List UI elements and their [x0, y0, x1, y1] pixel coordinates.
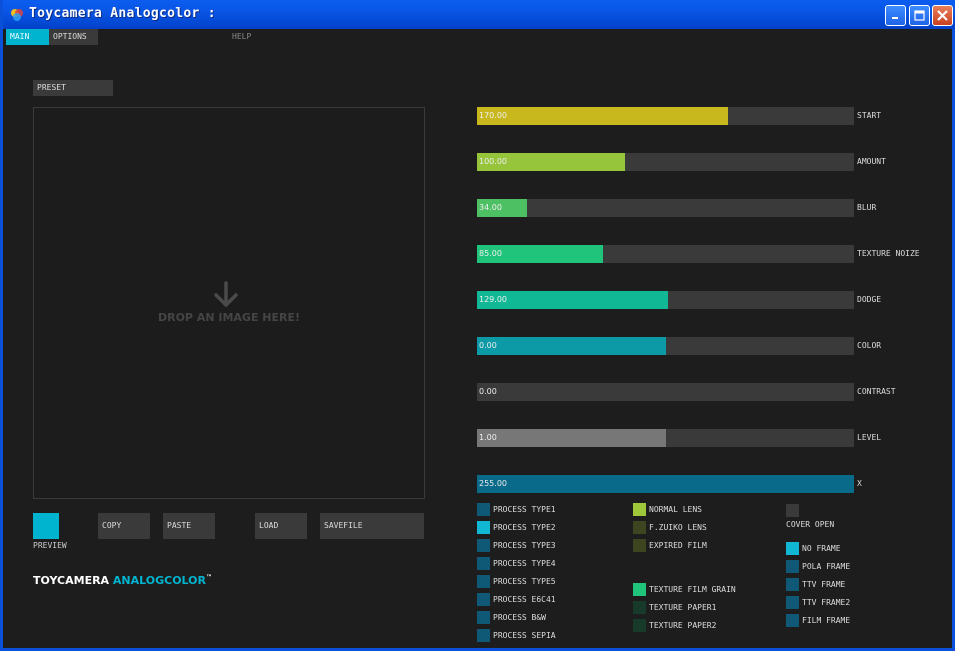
lens-radio[interactable]	[633, 521, 646, 534]
slider-label: COLOR	[857, 341, 882, 350]
process-type-radio[interactable]	[477, 611, 490, 624]
maximize-icon	[914, 10, 925, 21]
texture-label: TEXTURE FILM GRAIN	[649, 585, 736, 594]
slider-fill	[477, 429, 666, 447]
frame-radio[interactable]	[786, 542, 799, 555]
slider-value: 170.00	[479, 111, 507, 120]
process-type-radio[interactable]	[477, 521, 490, 534]
frame-label: FILM FRAME	[802, 616, 851, 625]
menu-bar: MAIN OPTIONS HELP	[6, 29, 952, 45]
slider-label: START	[857, 111, 882, 120]
close-icon	[937, 10, 948, 21]
texture-radio[interactable]	[633, 583, 646, 596]
lens-label: NORMAL LENS	[649, 505, 702, 514]
tab-help[interactable]: HELP	[228, 29, 268, 45]
texture-radio[interactable]	[633, 619, 646, 632]
process-type-radio[interactable]	[477, 629, 490, 642]
frame-label: POLA FRAME	[802, 562, 851, 571]
tab-options[interactable]: OPTIONS	[49, 29, 98, 45]
drop-hint-text: DROP AN IMAGE HERE!	[157, 311, 301, 324]
logo-trademark: ™	[206, 574, 212, 581]
slider-label: TEXTURE NOIZE	[857, 249, 920, 258]
logo-part1: TOYCAMERA	[33, 574, 113, 587]
process-type-radio[interactable]	[477, 575, 490, 588]
savefile-button[interactable]: SAVEFILE	[320, 513, 424, 539]
slider-value: 1.00	[479, 433, 497, 442]
minimize-icon	[892, 17, 898, 19]
slider-label: LEVEL	[857, 433, 882, 442]
image-drop-zone[interactable]: DROP AN IMAGE HERE!	[33, 107, 425, 499]
texture-label: TEXTURE PAPER2	[649, 621, 717, 630]
process-type-label: PROCESS TYPE2	[493, 523, 556, 532]
process-type-label: PROCESS TYPE1	[493, 505, 556, 514]
close-button[interactable]	[932, 5, 953, 26]
paste-button[interactable]: PASTE	[163, 513, 215, 539]
down-arrow-icon	[214, 281, 238, 307]
texture-label: TEXTURE PAPER1	[649, 603, 717, 612]
slider-x[interactable]: 255.00	[477, 475, 854, 493]
process-type-radio[interactable]	[477, 539, 490, 552]
slider-texture-noize[interactable]: 85.00	[477, 245, 854, 263]
process-type-label: PROCESS TYPE5	[493, 577, 556, 586]
load-button[interactable]: LOAD	[255, 513, 307, 539]
frame-radio[interactable]	[786, 614, 799, 627]
maximize-button[interactable]	[909, 5, 930, 26]
app-icon	[11, 9, 23, 21]
slider-label: DODGE	[857, 295, 882, 304]
brand-logo: TOYCAMERA ANALOGCOLOR™	[33, 574, 212, 587]
slider-value: 255.00	[479, 479, 507, 488]
slider-dodge[interactable]: 129.00	[477, 291, 854, 309]
slider-value: 129.00	[479, 295, 507, 304]
process-type-radio[interactable]	[477, 593, 490, 606]
slider-value: 34.00	[479, 203, 502, 212]
frame-radio[interactable]	[786, 596, 799, 609]
logo-part2: ANALOGCOLOR	[112, 574, 206, 587]
process-type-label: PROCESS TYPE3	[493, 541, 556, 550]
slider-level[interactable]: 1.00	[477, 429, 854, 447]
slider-value: 85.00	[479, 249, 502, 258]
slider-label: AMOUNT	[857, 157, 886, 166]
process-type-label: PROCESS B&W	[493, 613, 546, 622]
copy-button[interactable]: COPY	[98, 513, 150, 539]
lens-label: F.ZUIKO LENS	[649, 523, 707, 532]
slider-value: 100.00	[479, 157, 507, 166]
slider-fill	[477, 475, 854, 493]
slider-value: 0.00	[479, 341, 497, 350]
preview-toggle[interactable]	[33, 513, 59, 539]
cover-open-checkbox[interactable]	[786, 504, 799, 517]
slider-contrast[interactable]: 0.00	[477, 383, 854, 401]
tab-main[interactable]: MAIN	[6, 29, 49, 45]
slider-label: CONTRAST	[857, 387, 896, 396]
cover-open-label: COVER OPEN	[786, 520, 835, 529]
process-type-label: PROCESS SEPIA	[493, 631, 556, 640]
slider-label: BLUR	[857, 203, 877, 212]
process-type-radio[interactable]	[477, 503, 490, 516]
frame-label: TTV FRAME2	[802, 598, 851, 607]
window-title: Toycamera Analogcolor :	[29, 6, 216, 21]
frame-label: TTV FRAME	[802, 580, 846, 589]
lens-radio[interactable]	[633, 539, 646, 552]
slider-label: X	[857, 479, 862, 488]
slider-fill	[477, 337, 666, 355]
slider-value: 0.00	[479, 387, 497, 396]
process-type-label: PROCESS E6C41	[493, 595, 556, 604]
slider-fill	[477, 107, 728, 125]
frame-label: NO FRAME	[802, 544, 841, 553]
lens-label: EXPIRED FILM	[649, 541, 707, 550]
process-type-radio[interactable]	[477, 557, 490, 570]
slider-amount[interactable]: 100.00	[477, 153, 854, 171]
preset-button[interactable]: PRESET	[33, 80, 113, 96]
preview-label: PREVIEW	[33, 541, 67, 550]
title-bar[interactable]: Toycamera Analogcolor :	[3, 0, 955, 29]
process-type-label: PROCESS TYPE4	[493, 559, 556, 568]
slider-start[interactable]: 170.00	[477, 107, 854, 125]
slider-blur[interactable]: 34.00	[477, 199, 854, 217]
slider-color[interactable]: 0.00	[477, 337, 854, 355]
texture-radio[interactable]	[633, 601, 646, 614]
minimize-button[interactable]	[885, 5, 906, 26]
frame-radio[interactable]	[786, 578, 799, 591]
frame-radio[interactable]	[786, 560, 799, 573]
lens-radio[interactable]	[633, 503, 646, 516]
